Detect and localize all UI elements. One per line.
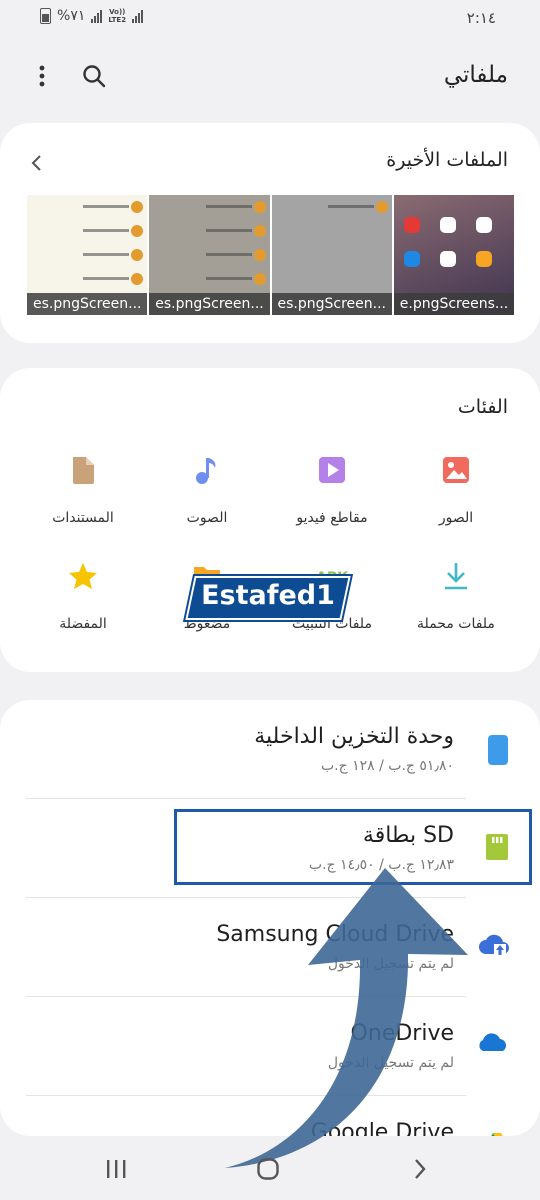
battery-icon — [40, 8, 51, 24]
storage-card: وحدة التخزين الداخلية ٥١٫٨٠ ج.ب / ١٢٨ ج.… — [0, 700, 540, 1136]
category-favorites[interactable]: المفضلة — [23, 558, 143, 636]
video-icon — [272, 452, 392, 488]
storage-item-internal[interactable]: وحدة التخزين الداخلية ٥١٫٨٠ ج.ب / ١٢٨ ج.… — [26, 700, 540, 799]
thumbnail-caption: e.pngScreens... — [393, 293, 514, 315]
storage-subtitle: لم يتم تسجيل الدخول — [327, 1055, 454, 1071]
category-images[interactable]: الصور — [396, 452, 516, 530]
categories-title: الفئات — [457, 396, 508, 418]
storage-subtitle: لم يتم تسجيل الدخول — [327, 956, 454, 972]
thumbnail-caption: es.pngScreen... — [271, 293, 392, 315]
storage-subtitle: ٥١٫٨٠ ج.ب / ١٢٨ ج.ب — [320, 758, 454, 774]
recents-icon[interactable] — [96, 1152, 136, 1186]
storage-title: Google Drive — [310, 1120, 454, 1136]
recent-files-card: الملفات الأخيرة es.pngScreen... es.pngSc… — [0, 123, 540, 343]
recent-thumbnail[interactable]: e.pngScreens... — [393, 195, 514, 315]
home-icon[interactable] — [248, 1152, 288, 1186]
phone-storage-icon — [486, 734, 510, 770]
category-label: المفضلة — [59, 616, 107, 632]
category-label: المستندات — [52, 510, 114, 526]
thumbnail-caption: es.pngScreen... — [149, 293, 270, 315]
signal-icon-2 — [132, 9, 144, 23]
status-bar: %٧١ Vo)) LTE2 ٢:١٤ — [0, 0, 540, 38]
thumbnail-caption: es.pngScreen... — [27, 293, 148, 315]
audio-icon — [147, 452, 267, 488]
search-icon[interactable] — [78, 60, 110, 92]
storage-title: وحدة التخزين الداخلية — [254, 724, 454, 749]
storage-item-onedrive[interactable]: OneDrive لم يتم تسجيل الدخول — [26, 997, 540, 1096]
back-icon[interactable] — [400, 1152, 440, 1186]
category-label: مقاطع فيديو — [296, 510, 368, 526]
recent-thumbnails: es.pngScreen... es.pngScreen... es.pngSc… — [27, 195, 514, 315]
more-vert-icon[interactable] — [26, 60, 58, 92]
page-title: ملفاتي — [443, 62, 508, 88]
recent-thumbnail[interactable]: es.pngScreen... — [271, 195, 392, 315]
category-documents[interactable]: المستندات — [23, 452, 143, 530]
images-icon — [396, 452, 516, 488]
star-icon — [23, 558, 143, 594]
storage-item-google-drive[interactable]: Google Drive — [26, 1096, 540, 1136]
sd-card-highlight-box — [174, 809, 532, 885]
watermark-text: Estafed1 — [201, 580, 335, 611]
recent-thumbnail[interactable]: es.pngScreen... — [149, 195, 270, 315]
download-icon — [396, 558, 516, 594]
category-downloads[interactable]: ملفات محملة — [396, 558, 516, 636]
category-audio[interactable]: الصوت — [147, 452, 267, 530]
storage-title: OneDrive — [350, 1021, 454, 1046]
category-label: ملفات محملة — [417, 616, 495, 632]
storage-item-samsung-cloud[interactable]: Samsung Cloud Drive لم يتم تسجيل الدخول — [26, 898, 540, 997]
category-label: الصور — [438, 510, 474, 526]
status-icons: %٧١ Vo)) LTE2 — [40, 8, 144, 24]
watermark-logo: Estafed1 — [185, 576, 351, 620]
recent-files-title: الملفات الأخيرة — [386, 149, 508, 171]
document-icon — [23, 452, 143, 488]
battery-level: %٧١ — [57, 8, 86, 24]
navigation-bar — [0, 1136, 540, 1200]
onedrive-icon — [476, 1031, 510, 1057]
network-indicator: Vo)) LTE2 — [108, 8, 127, 24]
category-videos[interactable]: مقاطع فيديو — [272, 452, 392, 530]
cloud-upload-icon — [478, 932, 510, 962]
chevron-left-icon[interactable] — [30, 153, 42, 178]
recent-thumbnail[interactable]: es.pngScreen... — [27, 195, 148, 315]
category-label: الصوت — [186, 510, 228, 526]
storage-title: Samsung Cloud Drive — [216, 922, 454, 947]
app-bar: ملفاتي — [0, 50, 540, 102]
status-time: ٢:١٤ — [466, 9, 496, 27]
categories-card: الفئات الصور مقاطع فيديو الصوت المستندات… — [0, 368, 540, 672]
signal-icon — [91, 9, 103, 23]
